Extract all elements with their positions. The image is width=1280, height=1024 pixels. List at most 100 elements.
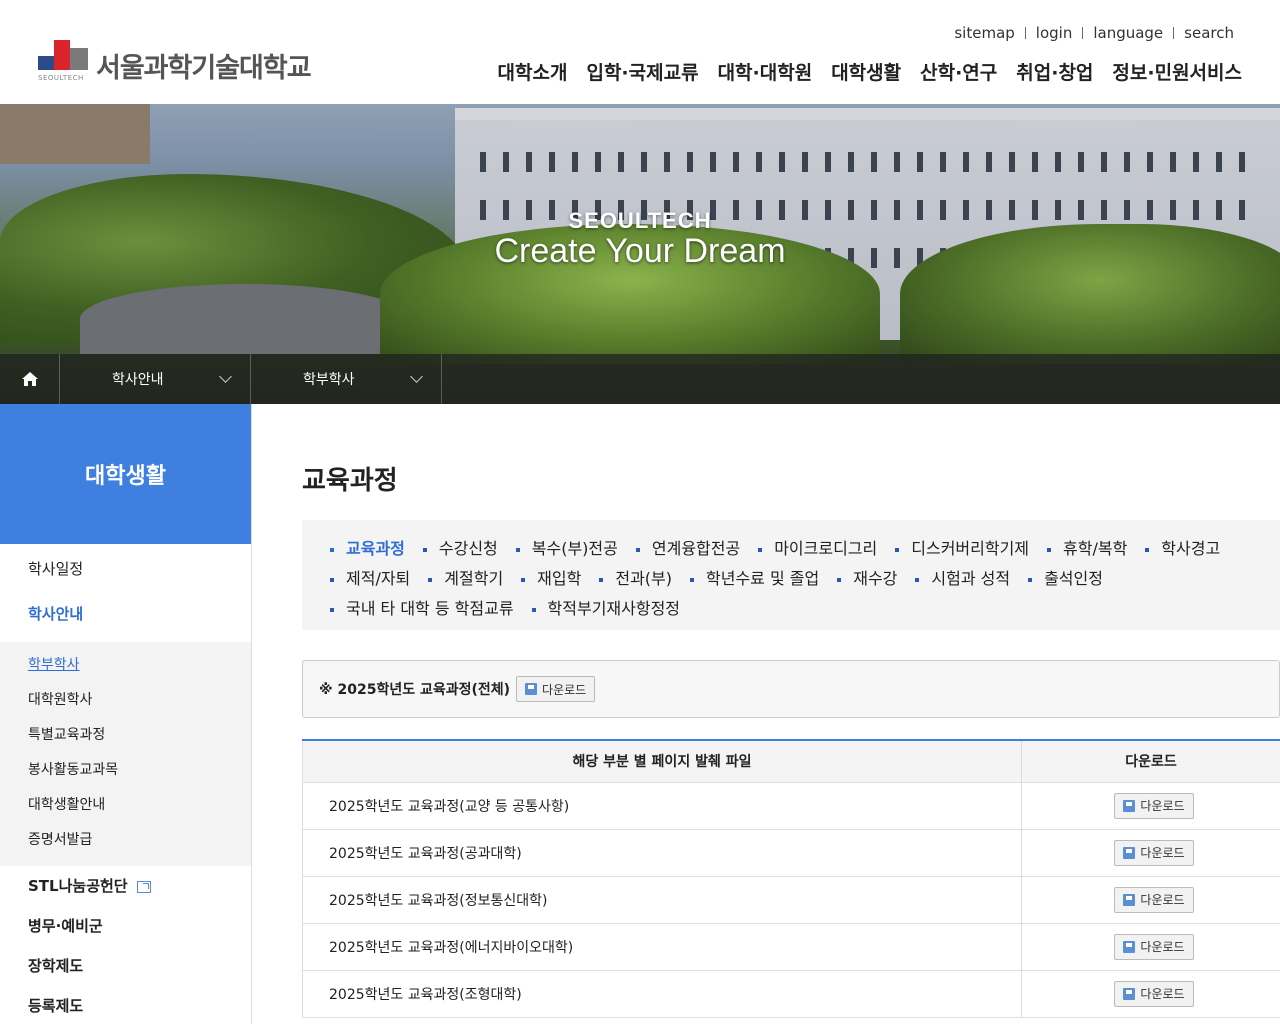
location-bar: 학사안내 학부학사 [0,354,1280,404]
login-link[interactable]: login [1036,24,1073,42]
tab-item[interactable]: 복수(부)전공 [515,534,618,564]
tab-item[interactable]: 디스커버리학기제 [895,534,1029,564]
building-window [526,152,532,172]
gnb-item-colleges[interactable]: 대학·대학원 [718,58,813,85]
sidebar-item-scholarship[interactable]: 장학제도 [0,946,251,986]
save-icon [1123,987,1136,1000]
download-button[interactable]: 다운로드 [1114,839,1194,866]
save-icon [1123,940,1136,953]
divider [1082,27,1084,39]
tab-item[interactable]: 시험과 성적 [915,564,1010,594]
sidebar-subitem-undergrad[interactable]: 학부학사 [0,648,251,683]
home-icon[interactable] [0,354,60,404]
sidebar-item-stl[interactable]: STL나눔공헌단 [0,866,251,906]
logo-sub: SEOULTECH [38,74,84,82]
tab-item[interactable]: 연계융합전공 [635,534,740,564]
building-window [595,152,601,172]
download-label: 다운로드 [1140,893,1185,907]
building-window [572,152,578,172]
sidebar-subitem-grad[interactable]: 대학원학사 [0,683,251,718]
tab-item[interactable]: 출석인정 [1028,564,1103,594]
tab-item[interactable]: 재입학 [521,564,581,594]
download-cell: 다운로드 [1021,782,1280,830]
gnb-item-research[interactable]: 산학·연구 [920,58,997,85]
tab-item[interactable]: 전과(부) [599,564,672,594]
full-download-button[interactable]: 다운로드 [516,676,596,702]
hero-banner: SEOULTECH Create Your Dream 학사안내 학부학사 [0,104,1280,404]
full-curriculum-box: ※ 2025학년도 교육과정(전체) 다운로드 [302,660,1280,718]
sidebar-item-academic-info[interactable]: 학사안내 [0,593,251,638]
download-label: 다운로드 [1140,987,1185,1001]
tab-item[interactable]: 국내 타 대학 등 학점교류 [330,594,514,624]
location-dropdown-1[interactable]: 학사안내 [60,354,251,404]
utility-nav: sitemap login language search [954,24,1234,42]
building-window [733,152,739,172]
tab-item[interactable]: 수강신청 [422,534,498,564]
sitemap-link[interactable]: sitemap [954,24,1014,42]
gnb-item-about[interactable]: 대학소개 [498,58,568,85]
gnb-item-career[interactable]: 취업·창업 [1016,58,1093,85]
sidebar-subitem-special[interactable]: 특별교육과정 [0,718,251,753]
building-window [1193,152,1199,172]
tab-item[interactable]: 교육과정 [330,534,405,564]
tab-item[interactable]: 계절학기 [428,564,503,594]
search-link[interactable]: search [1184,24,1234,42]
tab-item[interactable]: 재수강 [837,564,897,594]
building-window [549,152,555,172]
table-row: 2025학년도 교육과정(정보통신대학) 다운로드 [302,876,1280,924]
download-button[interactable]: 다운로드 [1114,933,1194,960]
gnb-item-admission[interactable]: 입학·국제교류 [586,58,698,85]
download-cell: 다운로드 [1021,970,1280,1018]
chevron-down-icon [219,370,232,383]
sidebar-submenu: 학부학사 대학원학사 특별교육과정 봉사활동교과목 대학생활안내 증명서발급 [0,642,251,866]
location-dropdown-2[interactable]: 학부학사 [251,354,442,404]
gnb-item-info[interactable]: 정보·민원서비스 [1112,58,1242,85]
building-window [1170,152,1176,172]
tab-item[interactable]: 학사경고 [1145,534,1220,564]
hero-title: Create Your Dream [494,232,786,270]
file-name: 2025학년도 교육과정(에너지바이오대학) [302,923,1022,971]
download-button[interactable]: 다운로드 [1114,980,1194,1007]
divider [1173,27,1175,39]
sidebar-item-military[interactable]: 병무·예비군 [0,906,251,946]
file-name: 2025학년도 교육과정(정보통신대학) [302,876,1022,924]
building-window [503,152,509,172]
hero-subtitle: SEOULTECH [568,208,712,233]
language-link[interactable]: language [1093,24,1163,42]
building-window [779,152,785,172]
gnb-item-campus-life[interactable]: 대학생활 [831,58,901,85]
table-row: 2025학년도 교육과정(조형대학) 다운로드 [302,970,1280,1018]
download-button[interactable]: 다운로드 [1114,792,1194,819]
tab-item[interactable]: 마이크로디그리 [758,534,877,564]
file-name: 2025학년도 교육과정(교양 등 공통사항) [302,782,1022,830]
sidebar-item-registration[interactable]: 등록제도 [0,986,251,1024]
sidebar: 대학생활 학사일정 학사안내 학부학사 대학원학사 특별교육과정 봉사활동교과목… [0,404,252,1024]
external-link-icon [136,880,151,893]
building-window [1078,152,1084,172]
download-label: 다운로드 [1140,846,1185,860]
sidebar-item-schedule[interactable]: 학사일정 [0,548,251,593]
chevron-down-icon [410,370,423,383]
tab-item[interactable]: 학적부기재사항정정 [531,594,680,624]
tab-item[interactable]: 제적/자퇴 [330,564,410,594]
building-window [802,152,808,172]
sidebar-item-label: STL나눔공헌단 [28,877,128,895]
building-window [664,152,670,172]
download-button[interactable]: 다운로드 [1114,886,1194,913]
main-content: 교육과정 교육과정 수강신청 복수(부)전공 연계융합전공 마이크로디그리 디스커버리학기… [302,404,1280,1024]
sidebar-subitem-volunteer[interactable]: 봉사활동교과목 [0,753,251,788]
tab-item[interactable]: 휴학/복학 [1047,534,1127,564]
university-logo[interactable]: SEOULTECH 서울과학기술대학교 [38,38,312,85]
full-curriculum-label: ※ 2025학년도 교육과정(전체) [319,682,511,698]
download-cell: 다운로드 [1021,829,1280,877]
building-window [1216,152,1222,172]
building-window [940,152,946,172]
save-icon [525,683,538,695]
sidebar-subitem-life-guide[interactable]: 대학생활안내 [0,788,251,823]
logo-mark-icon: SEOULTECH [38,38,92,84]
sidebar-subitem-certificate[interactable]: 증명서발급 [0,823,251,858]
column-header: 다운로드 [1021,740,1280,783]
tab-item[interactable]: 학년수료 및 졸업 [690,564,819,594]
download-label: 다운로드 [1140,799,1185,813]
save-icon [1123,799,1136,812]
